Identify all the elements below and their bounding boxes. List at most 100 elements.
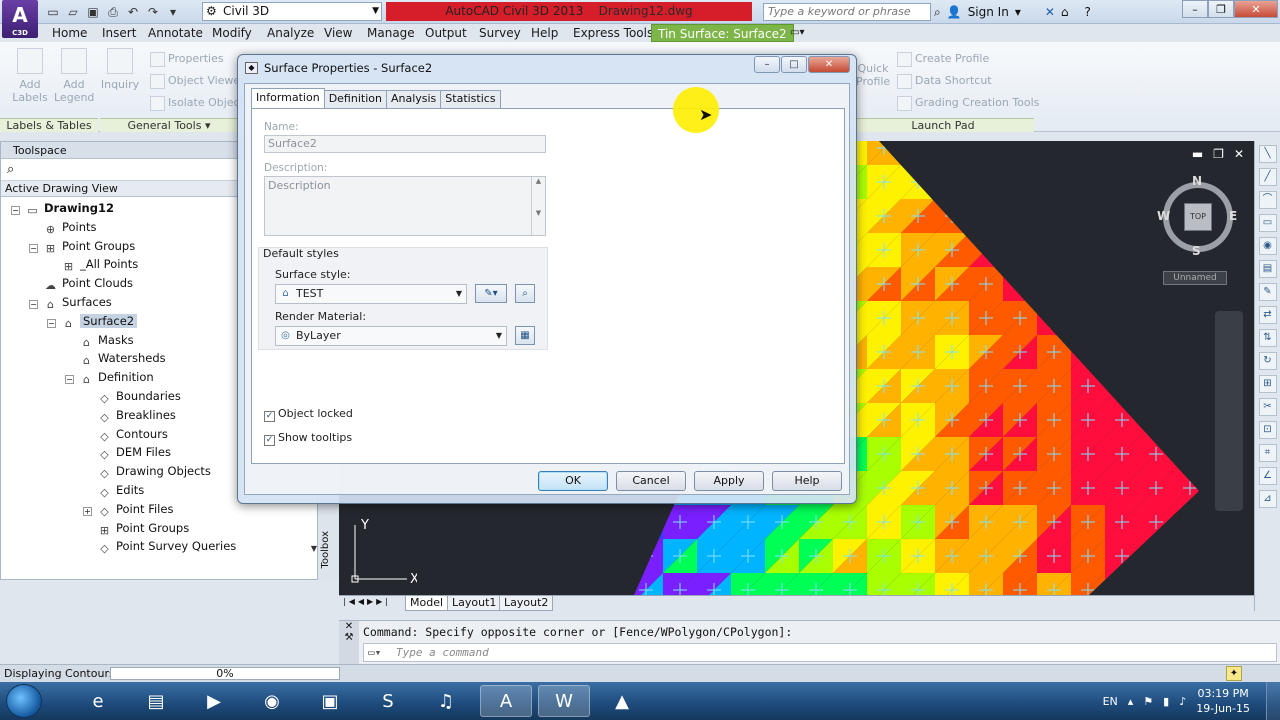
tool-icon-14[interactable]: ⌗ bbox=[1258, 444, 1277, 462]
object-locked-checkbox[interactable]: ✓ Object locked bbox=[264, 407, 353, 422]
tab-express-tools[interactable]: Express Tools bbox=[573, 24, 653, 42]
edit-style-button[interactable]: ✎▾ bbox=[475, 284, 507, 303]
media-player-icon[interactable]: ▶ bbox=[188, 685, 240, 717]
viewport-close-icon[interactable]: ✕ bbox=[1234, 147, 1244, 161]
tray-arrow-icon[interactable]: ▴ bbox=[1128, 695, 1134, 708]
tab-insert[interactable]: Insert bbox=[102, 24, 136, 42]
tree-item[interactable]: ⊕ Points bbox=[29, 218, 97, 236]
tool-icon-7[interactable]: ✎ bbox=[1258, 283, 1277, 301]
collapse-icon[interactable]: − bbox=[11, 206, 20, 215]
tab-output[interactable]: Output bbox=[425, 24, 467, 42]
inquiry-button[interactable]: Inquiry bbox=[100, 48, 140, 91]
tab-manage[interactable]: Manage bbox=[367, 24, 415, 42]
show-tooltips-checkbox[interactable]: ✓ Show tooltips bbox=[264, 431, 352, 446]
user-icon[interactable]: 👤 bbox=[947, 5, 962, 19]
tool-icon-13[interactable]: ⊡ bbox=[1258, 421, 1277, 439]
ie-icon[interactable]: e bbox=[72, 685, 124, 717]
tree-item[interactable]: ◇ Point Survey Queries bbox=[83, 537, 236, 555]
collapse-icon[interactable]: − bbox=[47, 318, 56, 328]
grading-creation-tools-button[interactable]: Grading Creation Tools bbox=[897, 96, 1039, 111]
close-icon[interactable]: ✕ bbox=[1234, 0, 1278, 18]
network-icon[interactable]: ▮ bbox=[1163, 695, 1169, 708]
tab-model[interactable]: Model bbox=[405, 596, 449, 611]
tab-definition[interactable]: Definition bbox=[323, 90, 387, 108]
open-icon[interactable]: ▱ bbox=[64, 3, 82, 21]
application-menu-button[interactable]: A C3D bbox=[2, 0, 38, 38]
tab-view[interactable]: View bbox=[324, 24, 352, 42]
tool-icon-3[interactable]: ⌒ bbox=[1258, 191, 1277, 209]
tree-item[interactable]: − ⌂ Surfaces bbox=[29, 293, 112, 311]
tab-analysis[interactable]: Analysis bbox=[385, 90, 442, 108]
redo-icon[interactable]: ↷ bbox=[144, 3, 162, 21]
tree-item[interactable]: ◇ Boundaries bbox=[83, 387, 181, 405]
start-button[interactable] bbox=[6, 684, 42, 718]
tool-icon-12[interactable]: ✂ bbox=[1258, 398, 1277, 416]
name-field[interactable]: Surface2 bbox=[264, 135, 546, 153]
dropdown-icon[interactable]: ▾ bbox=[164, 3, 182, 21]
tree-item[interactable]: − ⌂ Definition bbox=[65, 368, 154, 386]
tree-item[interactable]: + ◇ Point Files bbox=[83, 500, 173, 518]
surface-style-select[interactable]: ⌂ TEST ▼ bbox=[275, 284, 467, 304]
word-icon[interactable]: W bbox=[538, 685, 590, 717]
tree-item[interactable]: ⌂ Watersheds bbox=[65, 349, 166, 367]
layout-nav-arrows[interactable]: |◀◀▶▶| bbox=[343, 597, 391, 606]
isolate-objects-button[interactable]: Isolate Objects bbox=[150, 96, 250, 111]
tab-help[interactable]: Help bbox=[531, 24, 558, 42]
command-line-handle[interactable]: ✕ ⚒ bbox=[339, 621, 359, 665]
collapse-icon[interactable]: − bbox=[65, 375, 74, 385]
render-material-select[interactable]: ◎ ByLayer ▼ bbox=[275, 326, 507, 346]
tab-modify[interactable]: Modify bbox=[212, 24, 252, 42]
tree-item[interactable]: − ▭ Drawing12 bbox=[11, 199, 114, 217]
tree-item[interactable]: − ⌂ Surface2 bbox=[47, 312, 138, 330]
tab-analyze[interactable]: Analyze bbox=[267, 24, 314, 42]
description-field[interactable]: Description ▲ ▼ bbox=[264, 176, 546, 236]
community-icon[interactable]: ⌂ bbox=[1061, 5, 1069, 19]
workspace-selector[interactable]: ⚙ Civil 3D ▼ bbox=[202, 2, 382, 21]
tool-icon-8[interactable]: ⇄ bbox=[1258, 306, 1277, 324]
tree-item[interactable]: ⊞ _All Points bbox=[47, 255, 138, 273]
help-icon[interactable]: ? bbox=[1085, 5, 1091, 19]
save-icon[interactable]: ▣ bbox=[84, 3, 102, 21]
itunes-icon[interactable]: ♫ bbox=[420, 685, 472, 717]
tool-icon-10[interactable]: ↻ bbox=[1258, 352, 1277, 370]
tool-icon-16[interactable]: ⊿ bbox=[1258, 490, 1277, 508]
tree-item[interactable]: ◇ Edits bbox=[83, 481, 144, 499]
wcs-menu[interactable]: Unnamed bbox=[1163, 271, 1227, 285]
tool-icon-11[interactable]: ⊞ bbox=[1258, 375, 1277, 393]
description-scrollbar[interactable]: ▲ ▼ bbox=[531, 177, 545, 235]
command-input[interactable]: ▭▾ Type a command bbox=[363, 643, 1277, 662]
viewport-restore-icon[interactable]: ❐ bbox=[1213, 147, 1224, 161]
undo-icon[interactable]: ↶ bbox=[124, 3, 142, 21]
tab-statistics[interactable]: Statistics bbox=[440, 90, 501, 108]
viewcube-top-face[interactable]: TOP bbox=[1184, 203, 1212, 231]
dialog-minimize-icon[interactable]: – bbox=[754, 56, 780, 73]
tree-item[interactable]: − ⊞ Point Groups bbox=[29, 237, 135, 255]
viewcube[interactable]: TOP N S W E bbox=[1157, 174, 1237, 258]
tab-layout1[interactable]: Layout1 bbox=[447, 596, 502, 611]
tool-icon-5[interactable]: ◉ bbox=[1258, 237, 1277, 255]
style-preview-button[interactable]: ⌕ bbox=[515, 284, 535, 303]
show-desktop-button[interactable] bbox=[1266, 682, 1280, 720]
dialog-maximize-icon[interactable]: □ bbox=[781, 56, 807, 73]
dialog-title-bar[interactable]: ◆ Surface Properties - Surface2 – □ ✕ bbox=[238, 55, 856, 81]
data-shortcut-button[interactable]: Data Shortcut bbox=[897, 74, 992, 89]
new-icon[interactable]: ▭ bbox=[44, 3, 62, 21]
explorer-icon[interactable]: ▤ bbox=[130, 685, 182, 717]
skype-icon[interactable]: S bbox=[362, 685, 414, 717]
panel-general-tools[interactable]: General Tools ▾ bbox=[100, 118, 238, 132]
flag-icon[interactable]: ⚑ bbox=[1143, 695, 1153, 708]
ok-button[interactable]: OK bbox=[538, 471, 608, 491]
create-profile-button[interactable]: Create Profile bbox=[897, 52, 989, 67]
minimize-icon[interactable]: – bbox=[1182, 0, 1208, 18]
tab-survey[interactable]: Survey bbox=[479, 24, 521, 42]
collapse-icon[interactable]: − bbox=[29, 300, 38, 309]
viewport-minimize-icon[interactable]: ▬ bbox=[1192, 147, 1203, 161]
dialog-close-icon[interactable]: ✕ bbox=[808, 56, 850, 73]
chrome-icon[interactable]: ◉ bbox=[246, 685, 298, 717]
tree-item[interactable]: ◇ Breaklines bbox=[83, 406, 176, 424]
add-legend-button[interactable]: Add Legend bbox=[54, 48, 94, 104]
tree-item[interactable]: ⌂ Masks bbox=[65, 331, 134, 349]
quick-profile-button[interactable]: Quick Profile bbox=[856, 62, 890, 88]
tree-item[interactable]: ⊞ Point Groups bbox=[83, 519, 189, 537]
tree-item[interactable]: ◇ DEM Files bbox=[83, 443, 171, 461]
